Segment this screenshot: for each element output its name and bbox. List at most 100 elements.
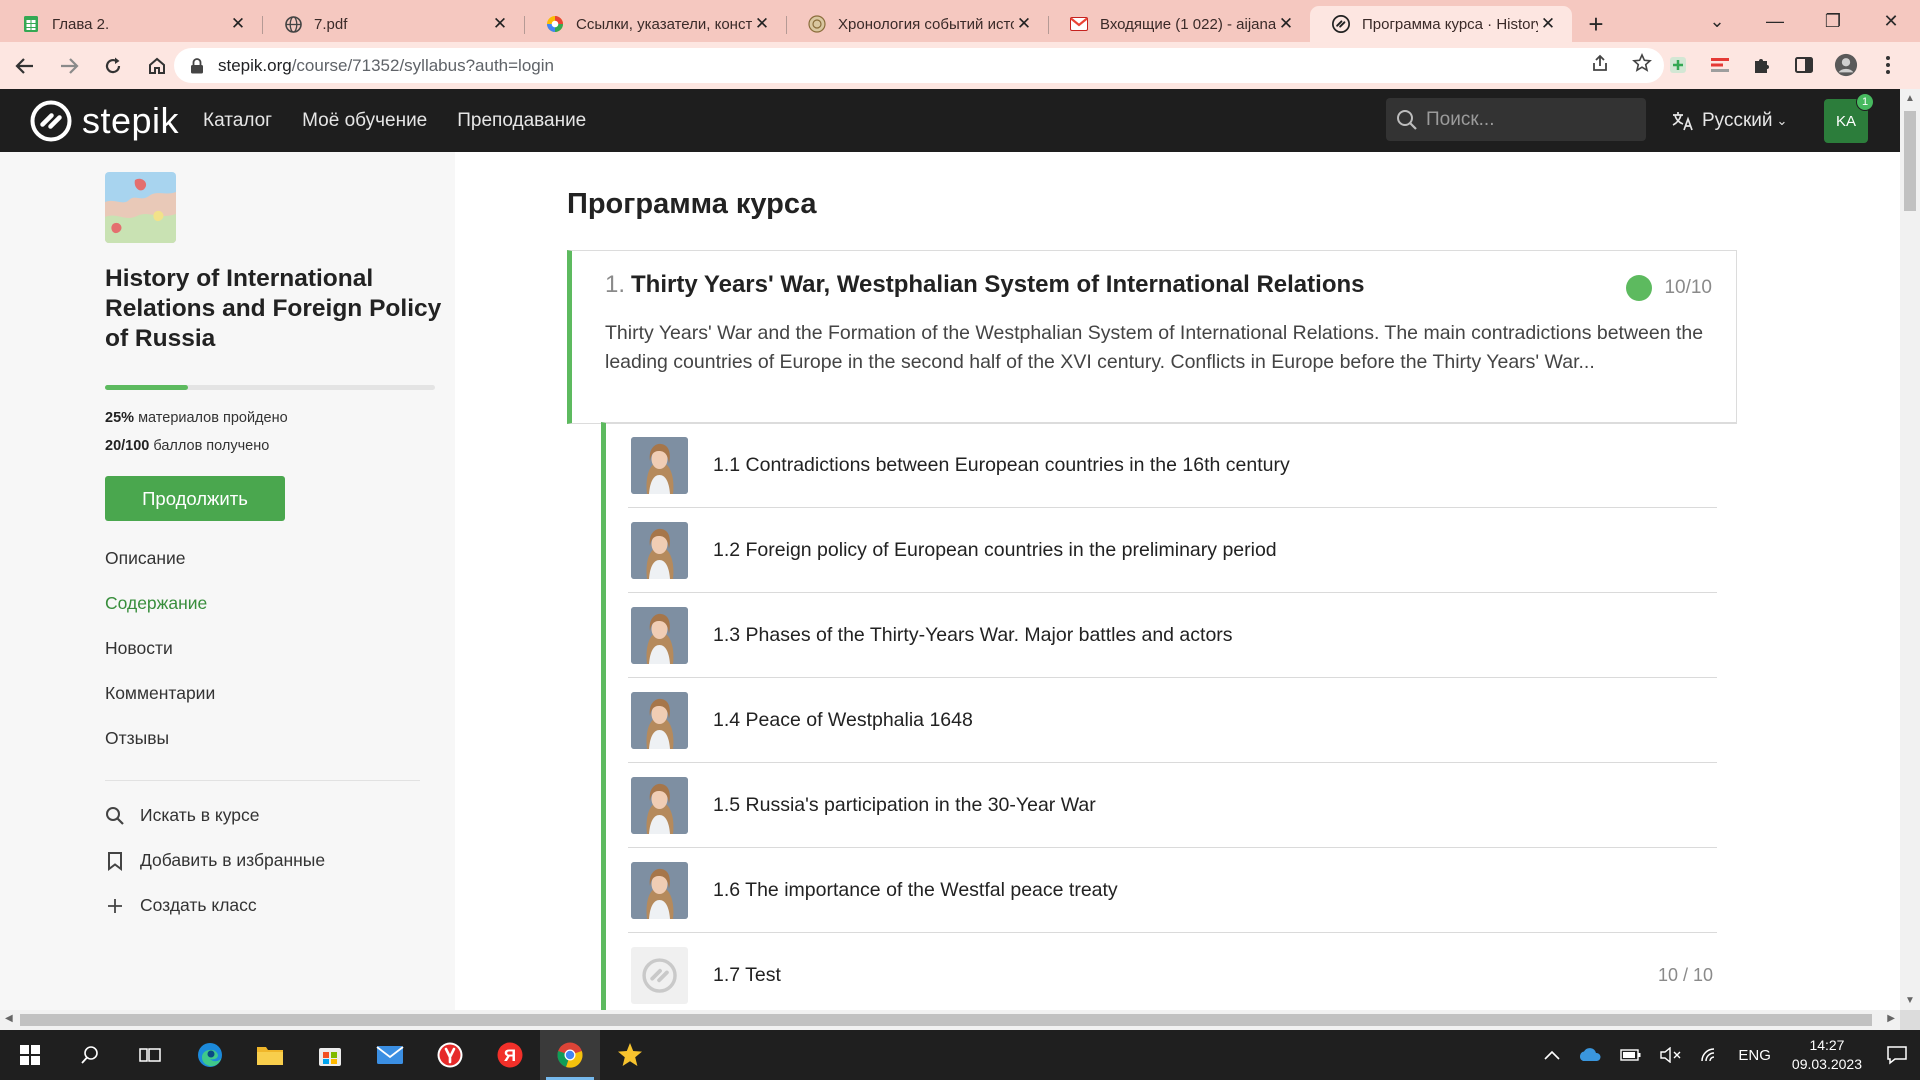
scroll-right-icon[interactable]: ▶ [1887,1013,1895,1024]
puzzle-icon[interactable] [1750,53,1774,77]
restore-icon[interactable]: ❐ [1804,0,1862,42]
close-icon[interactable]: ✕ [1276,14,1296,34]
stepik-logo[interactable]: stepik [30,100,179,142]
lesson-title[interactable]: 1.6 The importance of the Westfal peace … [713,879,1118,902]
mail-icon[interactable] [360,1030,420,1080]
course-title[interactable]: History of International Relations and F… [105,264,445,354]
course-nav-news[interactable]: Новости [105,626,215,671]
lesson-video-thumbnail[interactable] [631,607,688,664]
browser-tab[interactable]: Ссылки, указатели, констан ✕ [524,6,786,42]
sidepanel-icon[interactable] [1792,53,1816,77]
course-cover-image[interactable] [105,172,176,243]
stepik-placeholder-icon[interactable] [631,947,688,1004]
yandex-icon[interactable]: Я [480,1030,540,1080]
yandex-browser-icon[interactable] [420,1030,480,1080]
browser-tab[interactable]: 7.pdf ✕ [262,6,524,42]
taskbar-search-icon[interactable] [60,1030,120,1080]
close-icon[interactable]: ✕ [490,14,510,34]
wifi-icon[interactable] [1700,1047,1720,1063]
lesson-row[interactable]: 1.7 Test 10 / 10 [606,933,1737,1010]
battery-icon[interactable] [1620,1048,1642,1062]
lesson-video-thumbnail[interactable] [631,692,688,749]
module-header: 1. Thirty Years' War, Westphalian System … [572,251,1736,423]
tab-search-icon[interactable]: ⌄ [1688,0,1746,42]
lesson-title[interactable]: 1.4 Peace of Westphalia 1648 [713,709,973,732]
chrome-icon[interactable] [540,1030,600,1080]
continue-button[interactable]: Продолжить [105,476,285,521]
scroll-left-icon[interactable]: ◀ [5,1013,13,1024]
browser-tab[interactable]: Хронология событий исто ✕ [786,6,1048,42]
windows-start-icon[interactable] [0,1030,60,1080]
tray-chevron-up-icon[interactable] [1544,1050,1560,1060]
course-nav-contents[interactable]: Содержание [105,581,215,626]
lesson-title[interactable]: 1.5 Russia's participation in the 30-Yea… [713,794,1096,817]
reload-icon[interactable] [94,47,132,85]
back-icon[interactable] [6,47,44,85]
pinned-star-icon[interactable] [600,1030,660,1080]
task-view-icon[interactable] [120,1030,180,1080]
clock[interactable]: 14:27 09.03.2023 [1792,1036,1862,1074]
close-icon[interactable]: ✕ [228,14,248,34]
more-menu-icon[interactable] [1876,53,1900,77]
star-icon[interactable] [1632,52,1652,79]
lesson-title[interactable]: 1.3 Phases of the Thirty-Years War. Majo… [713,624,1233,647]
edge-icon[interactable] [180,1030,240,1080]
search-in-course-button[interactable]: Искать в курсе [105,793,325,838]
scrollbar-thumb[interactable] [20,1014,1872,1026]
input-language[interactable]: ENG [1738,1047,1771,1064]
lesson-video-thumbnail[interactable] [631,437,688,494]
browser-tab-active[interactable]: Программа курса · History ✕ [1310,6,1572,42]
extension-plus-icon[interactable] [1666,53,1690,77]
lesson-title[interactable]: 1.7 Test [713,964,781,987]
nav-teaching[interactable]: Преподавание [457,110,586,132]
microsoft-store-icon[interactable] [300,1030,360,1080]
volume-muted-icon[interactable] [1660,1047,1682,1063]
nav-catalog[interactable]: Каталог [203,110,272,132]
course-nav-description[interactable]: Описание [105,536,215,581]
minimize-icon[interactable]: — [1746,0,1804,42]
share-icon[interactable] [1590,53,1610,79]
course-nav-reviews[interactable]: Отзывы [105,716,215,761]
onedrive-icon[interactable] [1578,1047,1602,1063]
lesson-video-thumbnail[interactable] [631,522,688,579]
close-icon[interactable]: ✕ [1014,14,1034,34]
vertical-scrollbar[interactable]: ▲ ▼ [1900,89,1920,1010]
window-close-icon[interactable]: ✕ [1862,0,1920,42]
nav-my-learning[interactable]: Моё обучение [302,110,427,132]
add-to-favorites-button[interactable]: Добавить в избранные [105,838,325,883]
lesson-title[interactable]: 1.1 Contradictions between European coun… [713,454,1290,477]
lesson-row[interactable]: 1.4 Peace of Westphalia 1648 [606,678,1737,763]
close-icon[interactable]: ✕ [752,14,772,34]
file-explorer-icon[interactable] [240,1030,300,1080]
lesson-row[interactable]: 1.3 Phases of the Thirty-Years War. Majo… [606,593,1737,678]
lesson-row[interactable]: 1.6 The importance of the Westfal peace … [606,848,1737,933]
browser-tab[interactable]: Входящие (1 022) - aijana0 ✕ [1048,6,1310,42]
home-icon[interactable] [138,47,176,85]
forward-icon[interactable] [50,47,88,85]
scroll-down-icon[interactable]: ▼ [1905,995,1915,1006]
lesson-row[interactable]: 1.1 Contradictions between European coun… [606,423,1737,508]
lesson-row[interactable]: 1.2 Foreign policy of European countries… [606,508,1737,593]
profile-avatar-icon[interactable] [1834,53,1858,77]
horizontal-scrollbar[interactable]: ◀ ▶ [0,1010,1900,1030]
language-select[interactable]: Русский ⌄ [1672,89,1787,152]
close-icon[interactable]: ✕ [1538,14,1558,34]
create-class-button[interactable]: Создать класс [105,883,325,928]
course-nav-comments[interactable]: Комментарии [105,671,215,716]
lesson-row[interactable]: 1.5 Russia's participation in the 30-Yea… [606,763,1737,848]
lesson-video-thumbnail[interactable] [631,777,688,834]
module-title[interactable]: 1. Thirty Years' War, Westphalian System … [605,271,1714,299]
scrollbar-thumb[interactable] [1904,111,1916,211]
main-nav: Каталог Моё обучение Преподавание [203,110,586,132]
new-tab-button[interactable]: + [1572,6,1620,42]
user-avatar[interactable]: KA 1 [1824,93,1874,143]
browser-tab[interactable]: Глава 2. ✕ [0,6,262,42]
scroll-up-icon[interactable]: ▲ [1905,93,1915,104]
extension-stripes-icon[interactable] [1708,53,1732,77]
url-bar[interactable]: stepik.org/course/71352/syllabus?auth=lo… [174,48,1664,83]
search-input[interactable]: Поиск... [1386,98,1646,141]
lesson-title[interactable]: 1.2 Foreign policy of European countries… [713,539,1277,562]
action-center-icon[interactable] [1874,1030,1920,1080]
lesson-video-thumbnail[interactable] [631,862,688,919]
action-label: Добавить в избранные [140,850,326,870]
